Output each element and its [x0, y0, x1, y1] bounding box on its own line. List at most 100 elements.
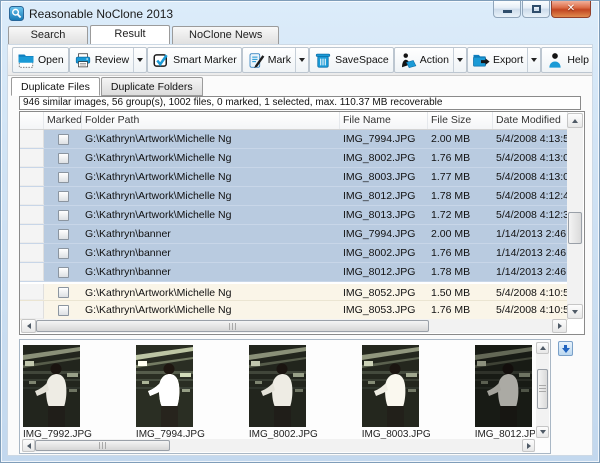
smart-marker-button[interactable]: Smart Marker	[148, 48, 241, 72]
action-button[interactable]: Action	[395, 48, 453, 72]
table-row[interactable]: G:\Kathryn\banner IMG_8012.JPG 1.78 MB 1…	[20, 263, 568, 282]
thumbnail-item[interactable]: IMG_8003.JPG	[362, 345, 431, 441]
table-row[interactable]: G:\Kathryn\Artwork\Michelle Ng IMG_8003.…	[20, 168, 568, 187]
scroll-left-button[interactable]	[21, 319, 36, 333]
file-size-cell: 1.76 MB	[428, 301, 493, 319]
file-size-cell: 1.50 MB	[428, 284, 493, 300]
column-header-file-size[interactable]: File Size	[428, 112, 493, 129]
export-dropdown-button[interactable]	[527, 48, 540, 72]
file-size-cell: 1.77 MB	[428, 168, 493, 186]
scroll-down-button[interactable]	[536, 426, 549, 438]
toolbar-group-action: Action	[394, 47, 467, 73]
table-row[interactable]: G:\Kathryn\Artwork\Michelle Ng IMG_8053.…	[20, 301, 568, 320]
marked-checkbox[interactable]	[58, 267, 69, 278]
table-row[interactable]: G:\Kathryn\Artwork\Michelle Ng IMG_8002.…	[20, 149, 568, 168]
marked-checkbox[interactable]	[58, 191, 69, 202]
marked-checkbox[interactable]	[58, 305, 69, 316]
file-size-cell: 1.76 MB	[428, 244, 493, 262]
savespace-button[interactable]: SaveSpace	[310, 48, 393, 72]
file-name-cell: IMG_8012.JPG	[340, 263, 428, 281]
toolbar: OpenReview Smart Marker Mark SaveSpace Actio…	[8, 45, 592, 76]
minimize-button[interactable]	[493, 1, 521, 18]
dropdown-caret-icon	[457, 58, 463, 62]
table-vertical-scrollbar[interactable]	[567, 113, 583, 319]
scroll-left-button[interactable]	[22, 439, 35, 452]
table-horizontal-scrollbar[interactable]	[21, 319, 567, 333]
marked-checkbox[interactable]	[58, 229, 69, 240]
marked-checkbox[interactable]	[58, 172, 69, 183]
file-name-cell: IMG_8002.JPG	[340, 244, 428, 262]
mark-button[interactable]: Mark	[243, 48, 295, 72]
group-indicator-cell	[20, 301, 44, 319]
export-button[interactable]: Export	[468, 48, 527, 72]
column-header-marked[interactable]: Marked	[44, 112, 82, 129]
column-header-date-modified[interactable]: Date Modified	[493, 112, 568, 129]
thumbnail-item[interactable]: IMG_7994.JPG	[136, 345, 205, 441]
open-button[interactable]: Open	[13, 48, 68, 72]
column-header-folder-path[interactable]: Folder Path	[82, 112, 340, 129]
horizontal-scroll-thumb[interactable]	[36, 320, 429, 332]
table-row[interactable]: G:\Kathryn\Artwork\Michelle Ng IMG_8052.…	[20, 282, 568, 301]
close-button[interactable]: ✕	[551, 1, 591, 18]
action-dropdown-button[interactable]	[453, 48, 466, 72]
app-window: Reasonable NoClone 2013 ✕ SearchResultNo…	[0, 0, 600, 463]
marked-checkbox[interactable]	[58, 134, 69, 145]
maximize-button[interactable]	[522, 1, 550, 18]
marked-checkbox[interactable]	[58, 287, 69, 298]
tab-result[interactable]: Result	[90, 25, 170, 44]
scroll-down-button[interactable]	[567, 304, 583, 319]
tab-duplicate-folders[interactable]: Duplicate Folders	[101, 77, 203, 96]
toolbar-group-review: Review	[69, 47, 147, 73]
person-laptop-icon	[399, 52, 417, 69]
column-header-file-name[interactable]: File Name	[340, 112, 428, 129]
review-button[interactable]: Review	[70, 48, 133, 72]
thumbnail-item[interactable]: IMG_8012.JPG	[475, 345, 535, 441]
marked-cell	[44, 225, 82, 243]
date-modified-cell: 5/4/2008 4:13:0...	[493, 168, 568, 186]
tab-search[interactable]: Search	[8, 26, 88, 44]
toolbar-button-label: Action	[420, 54, 449, 66]
marked-cell	[44, 206, 82, 224]
marked-checkbox[interactable]	[58, 153, 69, 164]
table-body: G:\Kathryn\Artwork\Michelle Ng IMG_7994.…	[20, 130, 584, 320]
scroll-right-icon	[558, 323, 562, 329]
thumbnail-vertical-scrollbar[interactable]	[536, 342, 549, 438]
photo-thumbnail	[136, 345, 205, 427]
toolbar-group-smart-marker: Smart Marker	[147, 47, 242, 73]
tab-duplicate-files[interactable]: Duplicate Files	[11, 77, 100, 96]
file-name-cell: IMG_8002.JPG	[340, 149, 428, 167]
scroll-right-button[interactable]	[552, 319, 567, 333]
thumbnail-nav-button[interactable]	[558, 341, 573, 356]
vertical-scroll-thumb[interactable]	[568, 212, 582, 244]
scroll-up-button[interactable]	[567, 113, 583, 128]
marked-checkbox[interactable]	[58, 210, 69, 221]
toolbar-button-label: SaveSpace	[335, 54, 389, 66]
file-size-cell: 2.00 MB	[428, 130, 493, 148]
toolbar-group-help: Help	[541, 47, 592, 73]
table-row[interactable]: G:\Kathryn\banner IMG_7994.JPG 2.00 MB 1…	[20, 225, 568, 244]
help-button[interactable]: Help	[542, 48, 592, 72]
toolbar-button-label: Smart Marker	[173, 54, 237, 66]
scroll-right-button[interactable]	[522, 439, 535, 452]
marked-cell	[44, 149, 82, 167]
table-row[interactable]: G:\Kathryn\banner IMG_8002.JPG 1.76 MB 1…	[20, 244, 568, 263]
file-size-cell: 1.72 MB	[428, 206, 493, 224]
marked-checkbox[interactable]	[58, 248, 69, 259]
column-header-indicator[interactable]	[20, 112, 44, 129]
file-name-cell: IMG_8052.JPG	[340, 284, 428, 300]
scroll-up-button[interactable]	[536, 342, 549, 354]
mark-dropdown-button[interactable]	[295, 48, 308, 72]
thumbnail-item[interactable]: IMG_8002.JPG	[249, 345, 318, 441]
scroll-down-icon	[572, 310, 578, 314]
tab-noclone-news[interactable]: NoClone News	[172, 26, 279, 44]
table-row[interactable]: G:\Kathryn\Artwork\Michelle Ng IMG_7994.…	[20, 130, 568, 149]
horizontal-scroll-thumb[interactable]	[35, 440, 170, 451]
vertical-scroll-thumb[interactable]	[537, 369, 548, 409]
thumbnail-horizontal-scrollbar[interactable]	[22, 439, 535, 452]
table-row[interactable]: G:\Kathryn\Artwork\Michelle Ng IMG_8013.…	[20, 206, 568, 225]
minimize-icon	[503, 10, 512, 13]
thumbnail-item[interactable]: IMG_7992.JPG	[23, 345, 92, 441]
toolbar-group-export: Export	[467, 47, 541, 73]
table-row[interactable]: G:\Kathryn\Artwork\Michelle Ng IMG_8012.…	[20, 187, 568, 206]
review-dropdown-button[interactable]	[133, 48, 146, 72]
